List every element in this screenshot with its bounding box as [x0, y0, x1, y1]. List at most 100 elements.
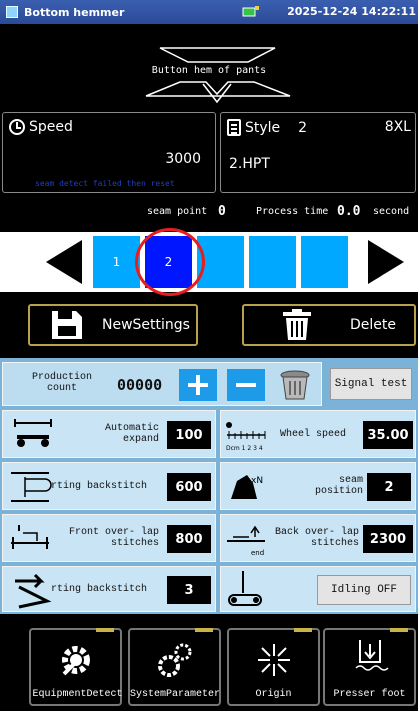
process-time-label: Process time	[256, 206, 329, 217]
reset-count-button[interactable]	[275, 367, 315, 403]
speed-panel[interactable]: Speed 3000 seam detect failed then reset	[2, 112, 216, 193]
next-step-button[interactable]	[362, 232, 410, 292]
backstitch-arrow-icon	[15, 573, 52, 609]
seam-position-label: seam position	[314, 475, 363, 497]
app-title: Bottom hemmer	[24, 5, 125, 19]
backstitch-icon	[11, 472, 52, 502]
style-number: 2	[298, 119, 308, 136]
prev-step-button[interactable]	[40, 232, 88, 292]
svg-text:xN: xN	[251, 476, 263, 486]
plus-icon	[188, 375, 208, 395]
starting-backstitch-label: rting backstitch	[51, 481, 148, 492]
origin-label: Origin	[255, 689, 292, 700]
bottom-nav: EquipmentDetect SystemParameter Origin P…	[0, 620, 418, 711]
starting-backstitch-cell: rting backstitch 600	[2, 462, 216, 510]
step-selector: 1 2	[0, 232, 418, 292]
idling-toggle-button[interactable]: Idling OFF	[317, 575, 411, 605]
new-settings-label: NewSettings	[102, 317, 190, 333]
speed-title: Speed	[9, 119, 73, 135]
backstitch-count-cell: rting backstitch 3	[2, 566, 216, 612]
seam-point-label: seam point	[147, 206, 208, 217]
wheel-speed-label: Wheel speed	[279, 429, 346, 440]
style-title: Style 2	[227, 119, 307, 136]
automatic-expand-value[interactable]: 100	[167, 421, 211, 449]
connection-icon	[242, 6, 259, 17]
front-overlap-icon	[11, 525, 49, 549]
starting-backstitch-value[interactable]: 600	[167, 473, 211, 501]
front-overlap-value[interactable]: 800	[167, 525, 211, 553]
automatic-expand-label: Automatic expand	[104, 423, 159, 445]
production-count-value: 00000	[117, 376, 163, 394]
clipboard-icon	[227, 119, 241, 136]
delete-label: Delete	[350, 317, 396, 333]
system-parameter-button[interactable]: SystemParameter	[128, 628, 221, 706]
style-label: Style	[245, 119, 281, 136]
style-size: 8XL	[384, 119, 411, 135]
seam-position-value[interactable]: 2	[367, 473, 411, 501]
trash-can-icon	[280, 370, 310, 400]
back-overlap-icon: end	[227, 525, 265, 557]
conveyor-icon	[228, 571, 262, 606]
datetime: 2025-12-24 14:22:11	[287, 5, 416, 18]
presser-foot-icon	[355, 640, 389, 671]
speed-value: 3000	[165, 151, 201, 167]
back-overlap-label: Back over- lap stitches	[274, 527, 359, 549]
step-3[interactable]	[197, 236, 244, 288]
idling-cell: Idling OFF	[220, 566, 416, 612]
process-time-value: 0.0	[337, 204, 361, 219]
trash-icon	[283, 309, 311, 340]
origin-star-icon	[258, 644, 290, 676]
style-name: 2.HPT	[229, 156, 270, 172]
speed-label: Speed	[29, 119, 73, 135]
ruler-icon: Dcm 1 2 3 4	[226, 422, 266, 452]
expand-icon	[14, 419, 52, 447]
seam-position-cell: xN seam position 2	[220, 462, 416, 510]
nav-tag	[294, 628, 312, 632]
seam-point-value: 0	[218, 204, 226, 219]
garment-xN-icon: xN	[231, 475, 263, 499]
step-2[interactable]: 2	[145, 236, 192, 288]
presser-foot-button[interactable]: Presser foot	[323, 628, 416, 706]
production-count-label: Production count	[31, 372, 92, 394]
gears-icon	[158, 643, 192, 677]
equipment-detect-button[interactable]: EquipmentDetect	[29, 628, 123, 706]
origin-button[interactable]: Origin	[227, 628, 320, 706]
parameter-panel: Production count 00000 Signal test Autom…	[0, 358, 418, 614]
presser-foot-label: Presser foot	[333, 689, 406, 700]
front-overlap-label: Front over- lap stitches	[68, 527, 159, 549]
decrement-button[interactable]	[227, 369, 265, 401]
step-1[interactable]: 1	[93, 236, 140, 288]
new-settings-button[interactable]: NewSettings	[28, 304, 198, 346]
style-panel[interactable]: Style 2 8XL 2.HPT	[220, 112, 416, 193]
step-5[interactable]	[301, 236, 348, 288]
step-4[interactable]	[249, 236, 296, 288]
svg-text:Dcm 1 2 3 4: Dcm 1 2 3 4	[226, 445, 263, 452]
back-overlap-cell: end Back over- lap stitches 2300	[220, 514, 416, 562]
production-row: Production count 00000	[2, 362, 322, 406]
wheel-speed-value[interactable]: 35.00	[363, 421, 413, 449]
hem-diagram-label: Button hem of pants	[151, 65, 267, 76]
nav-tag	[390, 628, 408, 632]
automatic-expand-cell: Automatic expand 100	[2, 410, 216, 458]
process-time-unit: second	[373, 206, 410, 217]
nav-tag	[96, 628, 114, 632]
floppy-disk-icon	[52, 311, 82, 339]
front-overlap-cell: Front over- lap stitches 800	[2, 514, 216, 562]
back-overlap-value[interactable]: 2300	[363, 525, 413, 553]
seam-info-row: seam point 0 Process time 0.0 second	[0, 204, 418, 224]
equipment-detect-label: EquipmentDetect	[32, 689, 123, 700]
gear-wrench-icon	[62, 646, 90, 676]
backstitch-count-label: rting backstitch	[51, 584, 148, 595]
app-icon	[6, 6, 18, 18]
clock-icon	[9, 119, 25, 135]
system-parameter-label: SystemParameter	[130, 689, 221, 700]
minus-icon	[236, 383, 256, 387]
hem-diagram: Button hem of pants	[0, 24, 418, 110]
signal-test-button[interactable]: Signal test	[330, 368, 412, 400]
delete-button[interactable]: Delete	[242, 304, 416, 346]
nav-tag	[195, 628, 213, 632]
backstitch-count-value[interactable]: 3	[167, 576, 211, 604]
arrow-right-icon	[368, 240, 404, 284]
status-bar: Bottom hemmer 2025-12-24 14:22:11	[0, 0, 418, 24]
increment-button[interactable]	[179, 369, 217, 401]
